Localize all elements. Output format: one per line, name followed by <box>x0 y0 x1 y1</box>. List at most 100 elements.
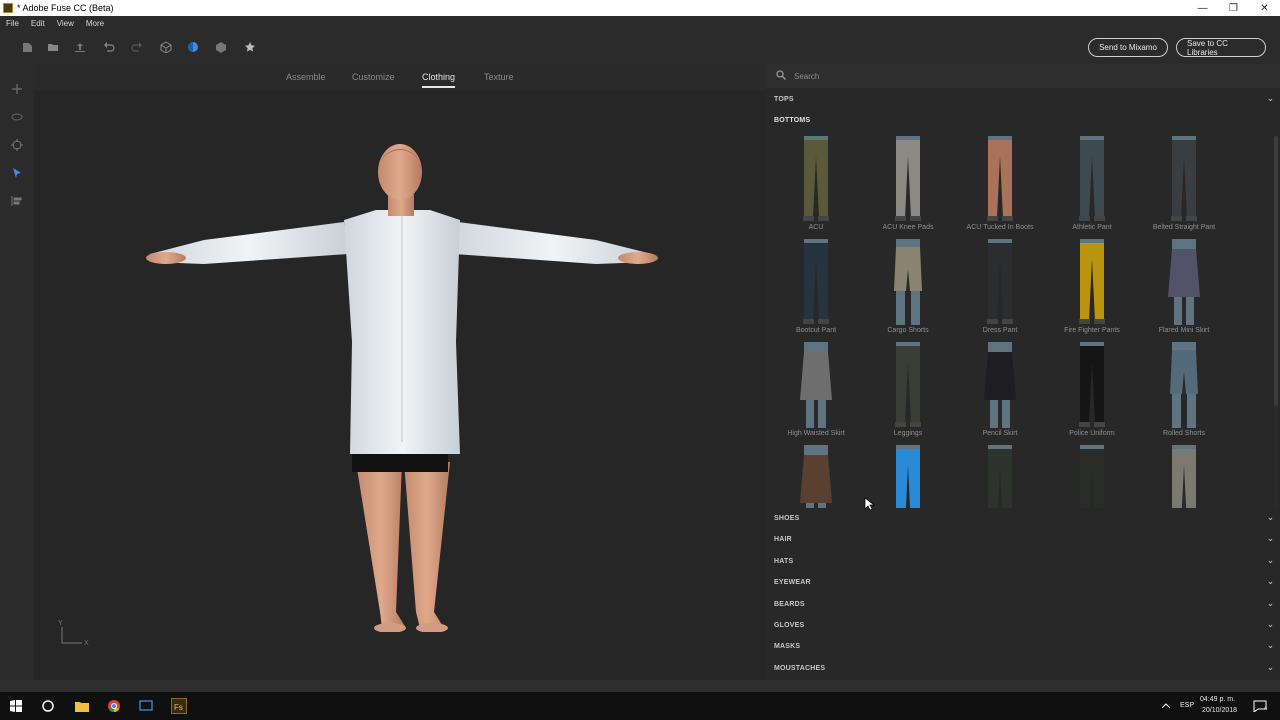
clothing-item[interactable] <box>1138 445 1230 508</box>
chevron-down-icon: ⌄ <box>1267 513 1274 522</box>
clothing-thumbnail <box>980 342 1020 428</box>
save-to-cc-libraries-button[interactable]: Save to CC Libraries <box>1176 38 1266 57</box>
clothing-item[interactable]: Dress Pant <box>954 239 1046 339</box>
menu-more[interactable]: More <box>86 19 104 28</box>
clothing-thumbnail <box>1164 445 1204 508</box>
category-shoes[interactable]: SHOES ⌄ <box>766 508 1280 529</box>
clothing-item[interactable]: Cargo Shorts <box>862 239 954 339</box>
clothing-item[interactable] <box>862 445 954 508</box>
redo-icon[interactable] <box>130 40 144 54</box>
category-eyewear[interactable]: EYEWEAR ⌄ <box>766 572 1280 593</box>
clothing-item[interactable]: Athletic Pant <box>1046 136 1138 236</box>
tab-customize[interactable]: Customize <box>352 72 395 82</box>
scrollbar-thumb[interactable] <box>1274 136 1278 406</box>
chevron-down-icon: ⌄ <box>1267 555 1274 565</box>
clothing-item[interactable]: Flared Mini Skirt <box>1138 239 1230 339</box>
restore-icon[interactable]: ❐ <box>1218 0 1249 16</box>
clothing-item[interactable]: Police Uniform <box>1046 342 1138 442</box>
minimize-icon[interactable]: — <box>1187 0 1218 16</box>
select-pointer-icon[interactable] <box>10 166 24 180</box>
category-tops[interactable]: TOPS ⌄ <box>766 89 1280 110</box>
close-icon[interactable]: ✕ <box>1249 0 1280 16</box>
fuse-app-icon[interactable]: Fs <box>171 698 187 714</box>
clothing-thumbnail <box>888 445 928 508</box>
search-input[interactable] <box>794 71 1194 81</box>
open-folder-icon[interactable] <box>46 40 60 54</box>
cube-icon[interactable] <box>159 40 173 54</box>
chevron-down-icon: ⌄ <box>1267 662 1274 672</box>
notification-count: 4 <box>1264 706 1268 712</box>
category-bottoms[interactable]: BOTTOMS <box>766 110 1280 131</box>
tab-clothing[interactable]: Clothing <box>422 72 456 88</box>
clothing-item-label: Dress Pant <box>982 327 1018 334</box>
chrome-icon[interactable] <box>106 698 122 714</box>
window-controls: — ❐ ✕ <box>1187 0 1280 16</box>
cortana-icon[interactable] <box>40 698 56 714</box>
undo-icon[interactable] <box>102 40 116 54</box>
clothing-item-label: Police Uniform <box>1069 430 1115 437</box>
windows-start-icon[interactable] <box>8 698 24 714</box>
language-indicator[interactable]: ESP <box>1180 702 1194 709</box>
3d-viewport[interactable]: Assemble Customize Clothing Texture Y X <box>34 64 766 680</box>
category-hair[interactable]: HAIR ⌄ <box>766 529 1280 550</box>
star-icon[interactable] <box>243 40 257 54</box>
package-icon[interactable] <box>214 40 228 54</box>
new-icon[interactable] <box>20 40 34 54</box>
clothing-panel: TOPS ⌄ BOTTOMS ACU ACU Knee Pads ACU Tucke… <box>766 64 1280 680</box>
shaded-view-icon[interactable] <box>186 40 200 54</box>
clothing-item[interactable]: ACU Tucked In Boots <box>954 136 1046 236</box>
category-label: MASKS <box>774 643 801 651</box>
clothing-item[interactable]: Fire Fighter Pants <box>1046 239 1138 339</box>
clothing-item[interactable]: ACU <box>770 136 862 236</box>
clothing-item[interactable]: Bootcut Pant <box>770 239 862 339</box>
app-icon <box>3 3 13 13</box>
category-label: HAIR <box>774 536 792 544</box>
category-beards[interactable]: BEARDS ⌄ <box>766 594 1280 615</box>
clothing-item[interactable] <box>954 445 1046 508</box>
send-to-mixamo-button[interactable]: Send to Mixamo <box>1088 38 1168 57</box>
align-icon[interactable] <box>10 194 24 208</box>
title-bar: * Adobe Fuse CC (Beta) — ❐ ✕ <box>0 0 1280 16</box>
tab-assemble[interactable]: Assemble <box>286 72 326 82</box>
file-explorer-icon[interactable] <box>74 698 90 714</box>
axis-gizmo: Y X <box>58 620 89 649</box>
clock-date[interactable]: 20/10/2018 <box>1202 707 1237 714</box>
clothing-item[interactable]: Leggings <box>862 342 954 442</box>
chevron-up-icon[interactable] <box>1158 698 1174 714</box>
chevron-down-icon: ⌄ <box>1267 534 1274 544</box>
move-icon[interactable] <box>10 82 24 96</box>
clothing-item[interactable]: Belted Straight Pant <box>1138 136 1230 236</box>
search-icon <box>776 67 786 85</box>
axis-x-label: X <box>84 640 89 647</box>
clothing-item[interactable]: ACU Knee Pads <box>862 136 954 236</box>
rotate-icon[interactable] <box>10 110 24 124</box>
clock-time[interactable]: 04:49 p. m. <box>1200 696 1235 703</box>
category-masks[interactable]: MASKS ⌄ <box>766 636 1280 657</box>
category-moustaches[interactable]: MOUSTACHES ⌄ <box>766 658 1280 679</box>
clothing-item-label: Bootcut Pant <box>795 327 837 334</box>
menu-bar: File Edit View More <box>0 16 1280 30</box>
clothing-item[interactable] <box>1046 445 1138 508</box>
character-model[interactable] <box>144 142 664 632</box>
clothing-thumbnail <box>1164 136 1204 222</box>
clothing-thumbnail <box>888 136 928 222</box>
toolbar: Send to Mixamo Save to CC Libraries <box>0 30 1280 64</box>
clothing-thumbnail <box>796 239 836 325</box>
window-app-icon[interactable] <box>138 698 154 714</box>
clothing-item-label: Flared Mini Skirt <box>1158 327 1210 334</box>
menu-view[interactable]: View <box>57 19 74 28</box>
clothing-thumbnail <box>796 136 836 222</box>
clothing-item-label: Rolled Shorts <box>1162 430 1206 437</box>
category-gloves[interactable]: GLOVES ⌄ <box>766 615 1280 636</box>
target-icon[interactable] <box>10 138 24 152</box>
export-icon[interactable] <box>73 40 87 54</box>
clothing-item[interactable]: High Waisted Skirt <box>770 342 862 442</box>
menu-edit[interactable]: Edit <box>31 19 45 28</box>
clothing-item-label: Leggings <box>893 430 923 437</box>
tab-texture[interactable]: Texture <box>484 72 514 82</box>
clothing-item[interactable]: Pencil Skirt <box>954 342 1046 442</box>
menu-file[interactable]: File <box>6 19 19 28</box>
clothing-item[interactable]: Rolled Shorts <box>1138 342 1230 442</box>
clothing-item[interactable] <box>770 445 862 508</box>
category-hats[interactable]: HATS ⌄ <box>766 551 1280 572</box>
